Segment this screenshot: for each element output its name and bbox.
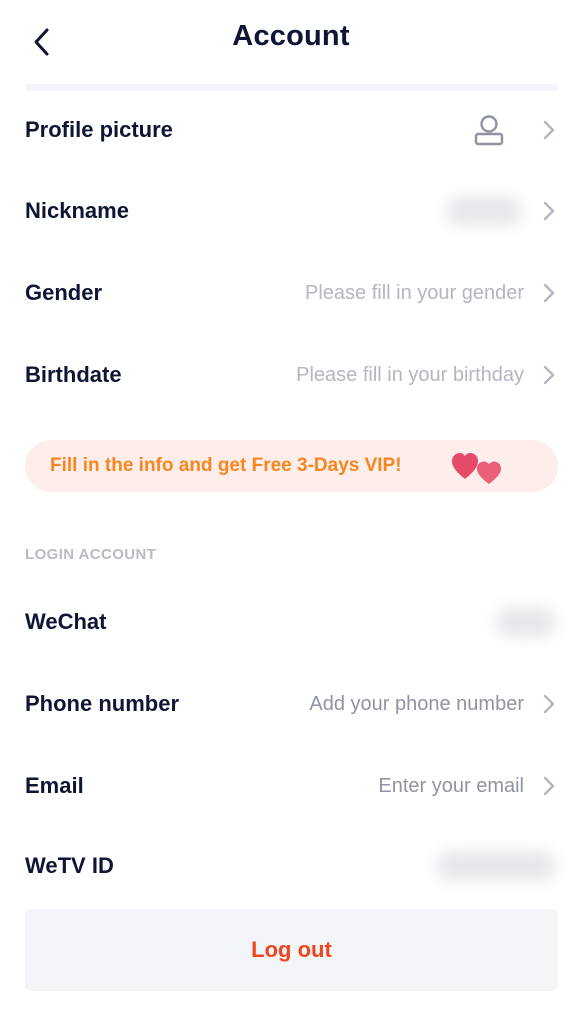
wechat-value-redacted [496,607,556,637]
gender-label: Gender [25,280,103,305]
email-value: Enter your email [378,774,524,797]
wechat-label: WeChat [25,609,107,634]
birthdate-value: Please fill in your birthday [296,363,524,386]
login-account-section-header: LOGIN ACCOUNT [25,546,157,563]
profile-picture-row[interactable]: Profile picture [25,100,558,160]
logout-button[interactable]: Log out [25,909,558,991]
email-label: Email [25,773,84,798]
chevron-right-icon [540,282,558,304]
email-row[interactable]: Email Enter your email [25,756,558,816]
vip-promo-banner[interactable]: Fill in the info and get Free 3-Days VIP… [25,440,558,492]
hearts-icon [452,453,501,484]
chevron-right-icon [540,200,558,222]
wechat-row[interactable]: WeChat [25,592,558,652]
wetv-id-label: WeTV ID [25,853,114,878]
logout-label: Log out [251,937,332,962]
gender-value: Please fill in your gender [304,281,524,304]
birthdate-label: Birthdate [25,362,122,387]
chevron-right-icon [540,693,558,715]
chevron-right-icon [540,119,558,141]
chevron-right-icon [540,364,558,386]
phone-number-value: Add your phone number [309,692,524,715]
header: Account [0,0,582,84]
header-divider [25,84,558,91]
phone-number-label: Phone number [25,691,180,716]
vip-promo-text: Fill in the info and get Free 3-Days VIP… [50,455,402,476]
user-avatar-icon [474,115,504,146]
page-title: Account [232,20,350,52]
wetv-id-row[interactable]: WeTV ID [25,836,558,896]
nickname-row[interactable]: Nickname [25,181,558,241]
phone-number-row[interactable]: Phone number Add your phone number [25,674,558,734]
gender-row[interactable]: Gender Please fill in your gender [25,263,558,323]
chevron-right-icon [540,775,558,797]
birthdate-row[interactable]: Birthdate Please fill in your birthday [25,345,558,405]
nickname-label: Nickname [25,198,129,223]
wetv-id-value-redacted [436,851,556,881]
profile-picture-label: Profile picture [25,117,173,142]
nickname-value-redacted [446,196,522,226]
